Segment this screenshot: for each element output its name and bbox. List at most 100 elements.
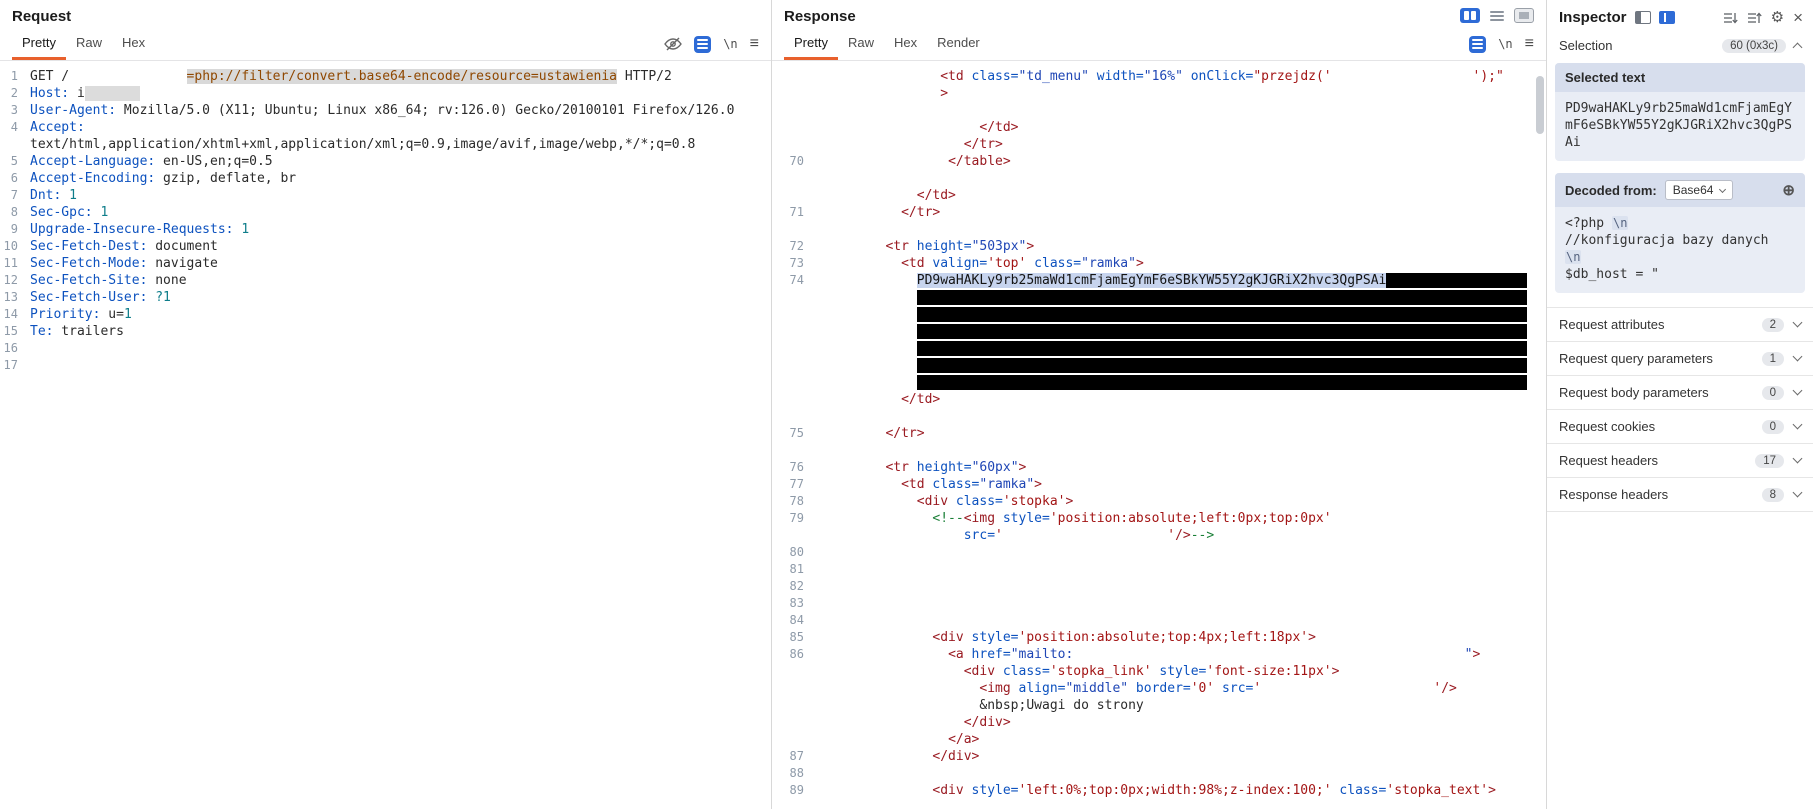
request-title: Request (12, 8, 72, 25)
inspector-section-request-headers[interactable]: Request headers 17 (1547, 443, 1813, 477)
inspector-dock-icon[interactable] (1634, 11, 1651, 24)
prettify-toggle-icon[interactable] (694, 35, 712, 53)
add-decoding-step-icon[interactable]: ⊕ (1782, 183, 1795, 198)
close-inspector-icon[interactable]: × (1793, 9, 1803, 26)
decoded-line: $db_host = " (1565, 267, 1659, 282)
line-number (772, 714, 804, 731)
editor-menu-icon[interactable]: ≡ (1525, 36, 1534, 52)
response-header: Response (772, 0, 1546, 28)
line-number: 86 (789, 647, 804, 661)
layout-rows-icon[interactable] (1487, 8, 1507, 23)
code-line: 70 </table> (772, 153, 1546, 170)
hide-matches-eye-icon[interactable] (664, 36, 683, 52)
code-line: 11 Sec-Fetch-Mode: navigate (0, 255, 771, 272)
inspector-section-response-headers[interactable]: Response headers 8 (1547, 477, 1813, 511)
decoded-line: //konfiguracja bazy danych (1565, 233, 1769, 248)
tab-raw[interactable]: Raw (838, 28, 884, 60)
chevron-down-icon (1792, 487, 1803, 498)
decoded-from-label: Decoded from: (1565, 182, 1657, 198)
show-newlines-icon[interactable]: \n (723, 37, 737, 51)
inspector-section-request-cookies[interactable]: Request cookies 0 (1547, 409, 1813, 443)
line-number: 73 (789, 256, 804, 270)
selection-length-badge: 60 (0x3c) (1722, 38, 1786, 53)
code-line: 17 (0, 357, 771, 374)
code-line: 1 GET / =php://filter/convert.base64-enco… (0, 68, 771, 85)
line-number (772, 170, 804, 187)
code-line: </td> (772, 119, 1546, 136)
line-number: 70 (789, 154, 804, 168)
show-newlines-icon[interactable]: \n (1498, 37, 1512, 51)
line-number: 6 (10, 171, 18, 185)
line-number (772, 357, 804, 374)
chevron-down-icon (1792, 419, 1803, 430)
decoded-content: <?php \n //konfiguracja bazy danych \n $db_… (1555, 207, 1805, 293)
code-line: 78 <div class='stopka'> (772, 493, 1546, 510)
request-editor[interactable]: 1 GET / =php://filter/convert.base64-enco… (0, 61, 771, 374)
section-label: Request body parameters (1559, 385, 1709, 400)
code-line: </a> (772, 731, 1546, 748)
code-line (772, 221, 1546, 238)
response-editor[interactable]: <td class="td_menu" width="16%" onClick=… (772, 61, 1546, 799)
decoded-header: Decoded from: Base64 ⊕ (1555, 173, 1805, 207)
code-line: 16 (0, 340, 771, 357)
inspector-section-request-query-parameters[interactable]: Request query parameters 1 (1547, 341, 1813, 375)
code-line: 80 (772, 544, 1546, 561)
response-scrollbar-thumb[interactable] (1536, 76, 1544, 134)
layout-columns-icon[interactable] (1460, 8, 1480, 23)
inspector-section-request-attributes[interactable]: Request attributes 2 (1547, 307, 1813, 341)
tab-hex[interactable]: Hex (884, 28, 927, 60)
code-line (772, 357, 1546, 374)
line-number: 71 (789, 205, 804, 219)
editor-menu-icon[interactable]: ≡ (750, 36, 759, 52)
line-number: 15 (3, 324, 18, 338)
code-line: > (772, 85, 1546, 102)
code-line: 79 <!--<img style='position:absolute;lef… (772, 510, 1546, 527)
tab-render[interactable]: Render (927, 28, 990, 60)
selected-text-card: Selected text PD9waHAKLy9rb25maWd1cmFjam… (1555, 63, 1805, 161)
prettify-toggle-icon[interactable] (1469, 35, 1487, 53)
inspector-section-request-body-parameters[interactable]: Request body parameters 0 (1547, 375, 1813, 409)
line-number: 84 (789, 613, 804, 627)
layout-single-icon[interactable] (1514, 8, 1534, 23)
code-line: 5 Accept-Language: en-US,en;q=0.5 (0, 153, 771, 170)
tab-pretty[interactable]: Pretty (784, 28, 838, 60)
section-label: Request query parameters (1559, 351, 1713, 366)
line-number: 8 (10, 205, 18, 219)
line-number (772, 221, 804, 238)
line-number: 80 (789, 545, 804, 559)
code-line: 82 (772, 578, 1546, 595)
decode-format-value: Base64 (1672, 183, 1714, 197)
line-number (0, 136, 18, 153)
request-header: Request (0, 0, 771, 28)
response-tabbar: Pretty Raw Hex Render \n ≡ (772, 28, 1546, 61)
inspector-view-icon[interactable] (1658, 11, 1675, 24)
collapse-all-icon[interactable] (1747, 11, 1762, 25)
tab-hex[interactable]: Hex (112, 28, 155, 60)
inspector-title: Inspector (1559, 9, 1627, 26)
line-number: 10 (3, 239, 18, 253)
code-line: 72 <tr height="503px"> (772, 238, 1546, 255)
line-number: 88 (789, 766, 804, 780)
code-line (772, 340, 1546, 357)
line-number (772, 306, 804, 323)
selection-section-header[interactable]: Selection 60 (0x3c) (1547, 32, 1813, 61)
tab-pretty[interactable]: Pretty (12, 28, 66, 60)
section-label: Response headers (1559, 487, 1669, 502)
chevron-down-icon (1792, 317, 1803, 328)
code-line: 88 (772, 765, 1546, 782)
chevron-down-icon (1792, 453, 1803, 464)
code-line: </td> (772, 391, 1546, 408)
code-line (772, 408, 1546, 425)
expand-all-icon[interactable] (1723, 11, 1738, 25)
code-line: 14 Priority: u=1 (0, 306, 771, 323)
line-number: 77 (789, 477, 804, 491)
selected-text-content: PD9waHAKLy9rb25maWd1cmFjamEgYmF6eSBkYW55… (1565, 101, 1792, 150)
tab-raw[interactable]: Raw (66, 28, 112, 60)
line-number (772, 119, 804, 136)
section-label: Request headers (1559, 453, 1659, 468)
code-line: 10 Sec-Fetch-Dest: document (0, 238, 771, 255)
settings-gear-icon[interactable]: ⚙ (1771, 10, 1784, 25)
decode-format-select[interactable]: Base64 (1664, 180, 1734, 200)
code-line (772, 323, 1546, 340)
code-line: 86 <a href="mailto: "> (772, 646, 1546, 663)
